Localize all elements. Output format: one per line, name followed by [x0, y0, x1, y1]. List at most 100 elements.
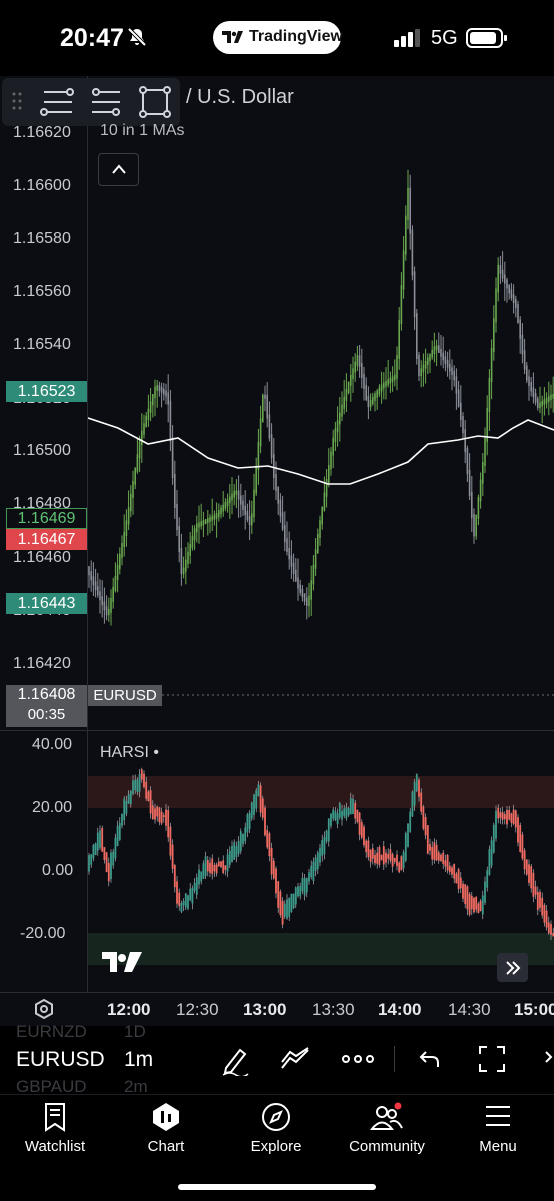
undo-icon[interactable]	[418, 1049, 442, 1069]
harsi-bar	[279, 891, 282, 916]
symbol-selector[interactable]: EURUSD	[16, 1048, 105, 1072]
pen-icon[interactable]	[220, 1044, 250, 1076]
harsi-bar	[213, 865, 216, 872]
candle-body	[508, 284, 510, 294]
harsi-bar	[336, 813, 339, 825]
candles	[88, 169, 554, 626]
candle-body	[468, 470, 471, 496]
scroll-to-latest-button[interactable]	[497, 953, 528, 982]
candle-body	[521, 334, 524, 355]
harsi-bar	[112, 851, 115, 866]
harsi-bar	[448, 865, 451, 873]
harsi-bar	[283, 903, 286, 917]
candle-body	[541, 400, 543, 407]
harsi-bar	[440, 854, 442, 861]
candle-body	[387, 379, 389, 385]
candle-body	[330, 451, 332, 470]
settings-icon[interactable]	[33, 998, 55, 1020]
harsi-bar	[297, 886, 299, 897]
harsi-label[interactable]: HARSI •	[100, 744, 159, 762]
harsi-bar	[187, 895, 189, 909]
candle-body	[90, 571, 92, 581]
app-pill-label: TradingView	[249, 28, 343, 45]
candle-body	[273, 454, 275, 478]
candle-body	[347, 381, 350, 393]
candle-body	[402, 250, 405, 290]
harsi-bar	[404, 833, 407, 861]
trend-tool-icon[interactable]	[280, 1046, 312, 1072]
harsi-bar	[305, 878, 308, 893]
harsi-bar	[189, 888, 192, 901]
status-time: 20:47	[60, 24, 124, 52]
candle-body	[532, 387, 535, 397]
candle-body	[339, 412, 341, 425]
more-icon[interactable]	[342, 1054, 374, 1064]
fib-channel-icon[interactable]	[88, 87, 122, 117]
candle-body	[332, 437, 334, 456]
harsi-bar	[338, 803, 341, 818]
candle-body	[405, 215, 407, 255]
fib-tool-icon[interactable]	[40, 87, 74, 117]
candle-body	[189, 544, 191, 556]
harsi-bar	[268, 833, 271, 857]
last-price: 1.16408	[17, 686, 76, 703]
tab-watchlist[interactable]: Watchlist	[0, 1100, 110, 1170]
harsi-bar	[169, 826, 172, 856]
rectangle-tool-icon[interactable]	[138, 85, 172, 119]
fullscreen-icon[interactable]	[478, 1045, 506, 1073]
harsi-bar	[385, 852, 387, 863]
harsi-bar	[400, 856, 403, 871]
candle-body	[422, 364, 425, 373]
harsi-bar	[530, 866, 533, 889]
tab-chart[interactable]: Chart	[111, 1100, 221, 1170]
harsi-bar	[402, 852, 405, 869]
candle-body	[446, 360, 449, 368]
harsi-bar	[398, 862, 401, 873]
candle-body	[319, 520, 321, 538]
harsi-bar	[519, 825, 522, 853]
harsi-bar	[354, 802, 357, 819]
redo-icon[interactable]	[540, 1050, 554, 1072]
harsi-bar	[237, 840, 240, 854]
price-tick: 1.16500	[13, 442, 71, 459]
collapse-legend-button[interactable]	[98, 153, 139, 186]
network-type: 5G	[431, 27, 458, 49]
candle-body	[517, 304, 519, 324]
candle-body	[314, 549, 317, 569]
pane-separator[interactable]	[0, 730, 554, 731]
candle-body	[119, 554, 121, 569]
candle-body	[420, 368, 422, 376]
candle-body	[229, 496, 231, 504]
candle-body	[237, 490, 240, 500]
candle-body	[354, 361, 356, 373]
candle-body	[301, 588, 304, 598]
harsi-bar	[484, 881, 486, 903]
harsi-bar	[475, 896, 478, 910]
candle-body	[108, 609, 110, 616]
harsi-bar	[301, 877, 304, 892]
candle-body	[427, 357, 429, 365]
harsi-bar	[411, 791, 414, 817]
drag-handle-icon[interactable]	[12, 92, 22, 110]
harsi-bar	[497, 807, 500, 819]
tab-explore[interactable]: Explore	[221, 1100, 331, 1170]
indicator-label[interactable]: 10 in 1 MAs	[100, 122, 184, 140]
candle-body	[356, 355, 359, 366]
tab-community[interactable]: Community	[332, 1100, 442, 1170]
candle-body	[416, 313, 418, 359]
chart-plot[interactable]	[88, 76, 554, 992]
candle-body	[497, 264, 499, 293]
candle-body	[317, 534, 319, 554]
tab-menu[interactable]: Menu	[443, 1100, 553, 1170]
price-tick: 1.16580	[13, 230, 71, 247]
candle-body	[97, 586, 99, 596]
time-tick: 14:30	[448, 1000, 491, 1019]
interval-selector[interactable]: 1m	[124, 1048, 153, 1072]
candle-body	[125, 520, 128, 536]
harsi-bar	[334, 811, 337, 820]
candle-body	[369, 400, 372, 408]
candle-body	[383, 382, 385, 389]
app-pill[interactable]: TradingView	[213, 21, 343, 54]
candle-body	[290, 555, 293, 567]
candle-body	[444, 356, 447, 364]
